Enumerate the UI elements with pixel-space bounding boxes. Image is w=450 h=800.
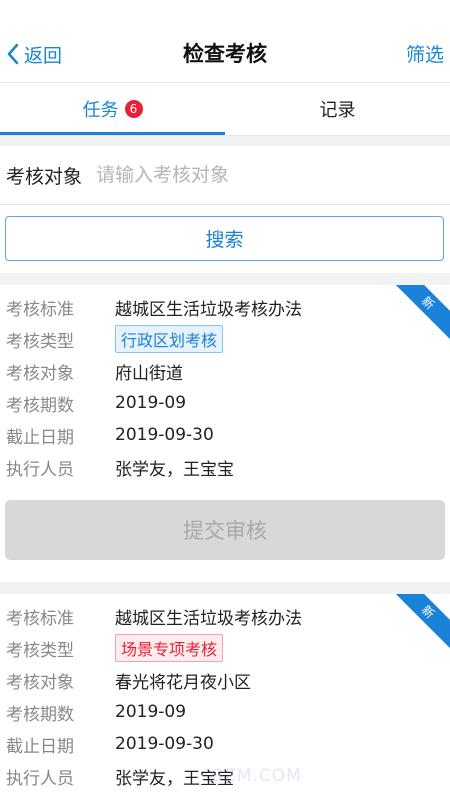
- tab-task-label: 任务: [82, 100, 119, 121]
- search-row: 考核对象: [0, 146, 450, 205]
- field-row-deadline: 截止日期 2019-09-30: [6, 730, 214, 758]
- submit-review-button[interactable]: 提交审核: [5, 500, 445, 560]
- nav-bar: 返回 检查考核 筛选: [0, 0, 450, 83]
- new-ribbon: 新: [386, 594, 450, 654]
- tab-bar: 任务 6 记录: [0, 83, 450, 136]
- field-label: 考核对象: [6, 363, 74, 384]
- field-value-deadline: 2019-09-30: [115, 425, 214, 445]
- task-card[interactable]: 新 考核标准 越城区生活垃圾考核办法 考核类型 行政区划考核 考核对象 府山街道…: [0, 285, 450, 582]
- page-title: 检查考核: [183, 42, 267, 66]
- tab-record[interactable]: 记录: [225, 83, 450, 135]
- section-divider: [0, 136, 450, 146]
- field-label: 考核类型: [6, 640, 74, 661]
- field-value-target: 春光将花月夜小区: [115, 672, 251, 693]
- section-divider: [0, 582, 450, 594]
- field-row-type: 考核类型 场景专项考核: [6, 634, 224, 662]
- watermark: GZM.COM: [210, 766, 302, 786]
- field-label: 截止日期: [6, 427, 74, 448]
- field-value-executor: 张学友，王宝宝: [115, 459, 234, 480]
- field-label: 考核类型: [6, 331, 74, 352]
- field-row-period: 考核期数 2019-09: [6, 389, 186, 417]
- field-value-period: 2019-09: [115, 702, 187, 722]
- task-count-badge: 6: [124, 100, 143, 118]
- field-row-deadline: 截止日期 2019-09-30: [6, 421, 214, 449]
- field-value-target: 府山街道: [115, 363, 183, 384]
- field-value-standard: 越城区生活垃圾考核办法: [115, 608, 302, 629]
- field-label: 执行人员: [6, 459, 74, 480]
- search-input[interactable]: [94, 163, 419, 187]
- field-label: 考核标准: [6, 299, 74, 320]
- field-label: 执行人员: [6, 768, 74, 789]
- field-row-standard: 考核标准 越城区生活垃圾考核办法: [6, 293, 302, 321]
- field-row-target: 考核对象 府山街道: [6, 357, 183, 385]
- field-value-period: 2019-09: [115, 393, 187, 413]
- tab-task[interactable]: 任务 6: [0, 83, 225, 135]
- field-label: 截止日期: [6, 736, 74, 757]
- field-label: 考核标准: [6, 608, 74, 629]
- field-row-target: 考核对象 春光将花月夜小区: [6, 666, 251, 694]
- field-row-executor: 执行人员 张学友，王宝宝: [6, 453, 234, 481]
- field-row-standard: 考核标准 越城区生活垃圾考核办法: [6, 602, 302, 630]
- search-button[interactable]: 搜索: [5, 216, 444, 261]
- field-label: 考核期数: [6, 704, 74, 725]
- type-tag: 行政区划考核: [115, 325, 224, 353]
- field-label: 考核期数: [6, 395, 74, 416]
- tab-record-label: 记录: [319, 100, 356, 121]
- type-tag: 场景专项考核: [115, 634, 224, 662]
- filter-button[interactable]: 筛选: [406, 40, 444, 67]
- new-ribbon: 新: [386, 285, 450, 345]
- section-divider: [0, 273, 450, 285]
- field-value-deadline: 2019-09-30: [115, 734, 214, 754]
- field-row-type: 考核类型 行政区划考核: [6, 325, 224, 353]
- active-tab-indicator: [0, 132, 225, 135]
- field-row-period: 考核期数 2019-09: [6, 698, 186, 726]
- search-label: 考核对象: [6, 165, 83, 188]
- field-label: 考核对象: [6, 672, 74, 693]
- field-value-standard: 越城区生活垃圾考核办法: [115, 299, 302, 320]
- field-row-executor: 执行人员 张学友，王宝宝: [6, 762, 234, 790]
